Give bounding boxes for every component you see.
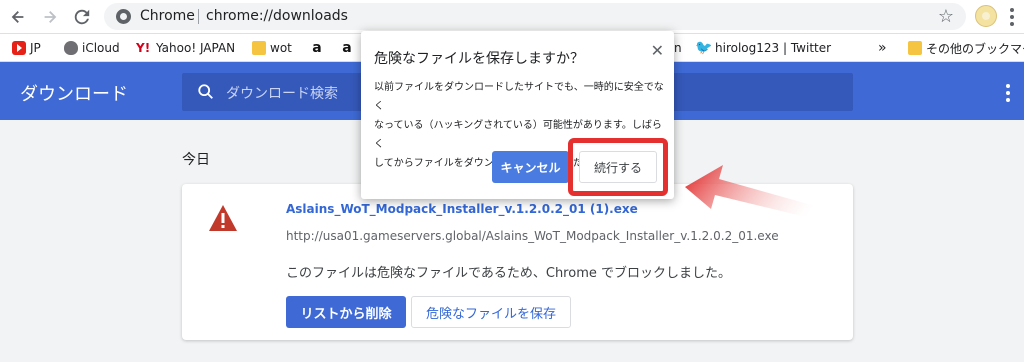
date-heading: 今日 — [182, 152, 210, 168]
site-label: Chrome — [140, 8, 195, 24]
amazon-icon: a — [342, 40, 352, 56]
bookmark-label: Yahoo! JAPAN — [156, 41, 236, 55]
cancel-button[interactable]: キャンセル — [492, 151, 569, 183]
bookmark-amazon-2[interactable]: a — [340, 40, 354, 56]
browser-toolbar: Chrome chrome://downloads ☆ — [0, 0, 1024, 34]
address-bar[interactable]: Chrome chrome://downloads ☆ — [104, 3, 966, 30]
address-divider — [198, 9, 199, 24]
bookmark-icloud[interactable]: iCloud — [64, 40, 120, 56]
yahoo-icon: Y! — [136, 41, 151, 55]
twitter-icon: 🐦 — [695, 40, 713, 56]
chrome-menu-icon[interactable] — [1004, 6, 1020, 28]
close-icon[interactable]: ✕ — [651, 41, 664, 60]
back-arrow-icon[interactable] — [6, 5, 30, 29]
dialog-title: 危険なファイルを保存しますか？ — [374, 51, 584, 67]
save-dangerous-file-button[interactable]: 危険なファイルを保存 — [411, 296, 571, 328]
bookmark-partial[interactable]: n — [674, 40, 682, 56]
bookmark-other[interactable]: その他のブックマーク — [908, 40, 1024, 56]
download-status: このファイルは危険なファイルであるため、Chrome でブロックしました。 — [286, 266, 731, 281]
youtube-icon — [12, 41, 26, 55]
forward-arrow-icon[interactable] — [38, 5, 62, 29]
dialog-message-line: 以前ファイルをダウンロードしたサイトでも、一時的に安全でなく — [374, 82, 664, 112]
folder-icon — [908, 41, 922, 55]
apple-icon — [64, 41, 78, 55]
amazon-icon: a — [312, 40, 322, 56]
bookmarks-overflow-button[interactable]: » — [878, 40, 887, 56]
more-options-icon[interactable] — [1002, 84, 1014, 102]
folder-icon — [252, 41, 266, 55]
bookmark-jp[interactable]: JP — [12, 40, 41, 56]
bookmark-label: iCloud — [82, 41, 120, 55]
bookmark-label: n — [674, 41, 682, 55]
search-icon — [198, 84, 213, 99]
reload-icon[interactable] — [70, 5, 94, 29]
bookmark-label: JP — [30, 41, 41, 55]
page-title: ダウンロード — [20, 84, 128, 105]
highlight-box — [568, 138, 668, 196]
file-source-url[interactable]: http://usa01.gameservers.global/Aslains_… — [286, 229, 779, 243]
chevron-icon: » — [878, 40, 887, 56]
bookmark-label: wot — [270, 41, 292, 55]
url-text[interactable]: chrome://downloads — [206, 8, 348, 24]
chrome-icon — [116, 9, 131, 24]
search-placeholder: ダウンロード検索 — [226, 86, 338, 102]
bookmark-star-icon[interactable]: ☆ — [938, 6, 954, 27]
bookmark-label: その他のブックマーク — [926, 41, 1024, 56]
file-name-link[interactable]: Aslains_WoT_Modpack_Installer_v.1.2.0.2_… — [286, 202, 638, 216]
profile-avatar[interactable] — [975, 5, 997, 27]
annotation-arrow-icon — [685, 165, 833, 223]
bookmark-twitter[interactable]: 🐦 hirolog123 | Twitter — [695, 40, 831, 56]
remove-from-list-button[interactable]: リストから削除 — [286, 296, 406, 328]
bookmark-yahoo[interactable]: Y! Yahoo! JAPAN — [136, 40, 235, 56]
warning-icon — [209, 205, 237, 231]
bookmark-wot[interactable]: wot — [252, 40, 292, 56]
bookmark-label: hirolog123 | Twitter — [715, 41, 832, 55]
bookmark-amazon-1[interactable]: a — [310, 40, 324, 56]
